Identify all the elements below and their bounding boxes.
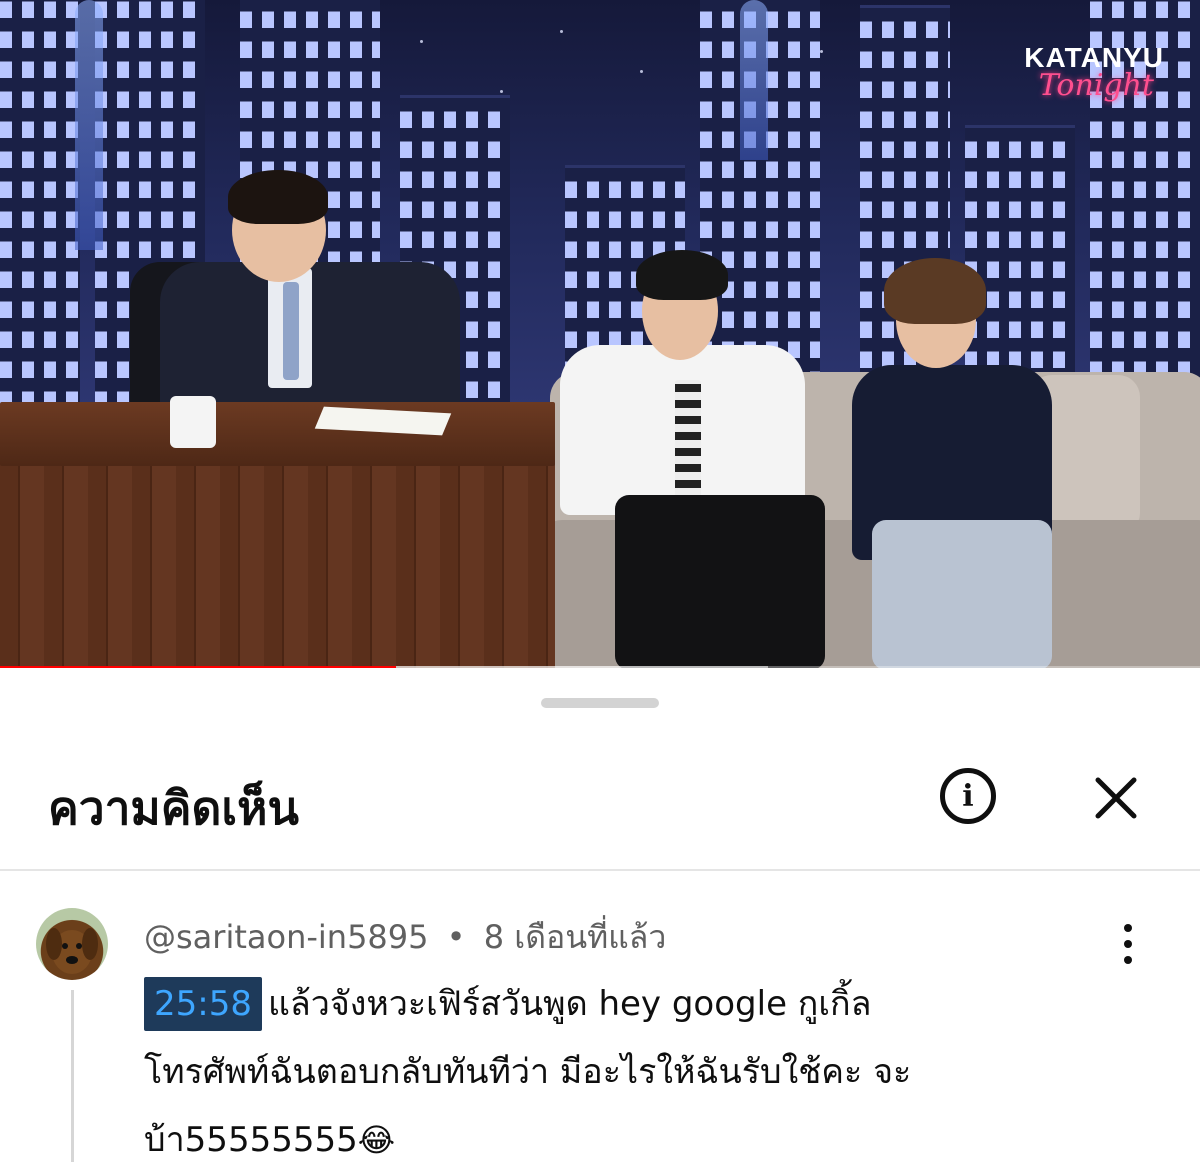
video-progress-fill bbox=[0, 666, 396, 668]
guest-one-hair bbox=[636, 250, 728, 300]
sheet-drag-handle[interactable] bbox=[541, 698, 659, 708]
skyline-tower bbox=[75, 0, 103, 250]
video-player[interactable]: KATANYU Tonight bbox=[0, 0, 1200, 668]
meta-separator: • bbox=[446, 918, 466, 956]
skyline-tower bbox=[740, 0, 768, 160]
guest-two-jeans bbox=[872, 520, 1052, 668]
comment-time: 8 เดือนที่แล้ว bbox=[483, 918, 667, 956]
comments-title: ความคิดเห็น bbox=[48, 781, 299, 835]
reply-thread-line bbox=[71, 990, 74, 1162]
comment-author[interactable]: @saritaon-in5895 bbox=[144, 918, 429, 956]
host-desk-top bbox=[0, 402, 555, 466]
comment-text: 25:58 แล้วจังหวะเฟิร์สวันพูด hey google ก… bbox=[144, 970, 1044, 1174]
skyline-building bbox=[0, 0, 80, 428]
laughing-emoji: 😂 bbox=[357, 1121, 396, 1159]
dog-avatar-icon bbox=[46, 928, 98, 974]
comment-line: 25:58 แล้วจังหวะเฟิร์สวันพูด hey google ก… bbox=[144, 970, 1044, 1038]
comment-text-line-1: แล้วจังหวะเฟิร์สวันพูด hey google กูเกิ้… bbox=[267, 984, 872, 1024]
host-hair bbox=[228, 170, 328, 224]
avatar[interactable] bbox=[36, 908, 108, 980]
comment-line: บ้า55555555😂 bbox=[144, 1106, 1044, 1174]
header-divider bbox=[0, 869, 1200, 871]
more-options-icon[interactable] bbox=[1110, 924, 1146, 964]
close-icon[interactable] bbox=[1090, 772, 1142, 824]
comments-sheet: ความคิดเห็น i @saritaon-in5895 • 8 เดือน… bbox=[0, 672, 1200, 1162]
info-icon[interactable]: i bbox=[940, 768, 996, 824]
host-tie bbox=[283, 282, 299, 380]
show-logo-script: Tonight bbox=[1038, 68, 1154, 103]
guest-two-hair bbox=[884, 258, 986, 324]
coffee-mug bbox=[170, 396, 216, 448]
video-progress-bar[interactable] bbox=[0, 666, 1200, 668]
guest-one-pants bbox=[615, 495, 825, 668]
comment-meta: @saritaon-in5895 • 8 เดือนที่แล้ว bbox=[144, 912, 666, 963]
timestamp-link[interactable]: 25:58 bbox=[144, 977, 262, 1031]
comment-text-line-2: โทรศัพท์ฉันตอบกลับทันทีว่า มีอะไรให้ฉันร… bbox=[144, 1052, 912, 1092]
comment-text-line-3: บ้า55555555 bbox=[144, 1120, 358, 1160]
show-logo: KATANYU Tonight bbox=[1024, 42, 1164, 103]
